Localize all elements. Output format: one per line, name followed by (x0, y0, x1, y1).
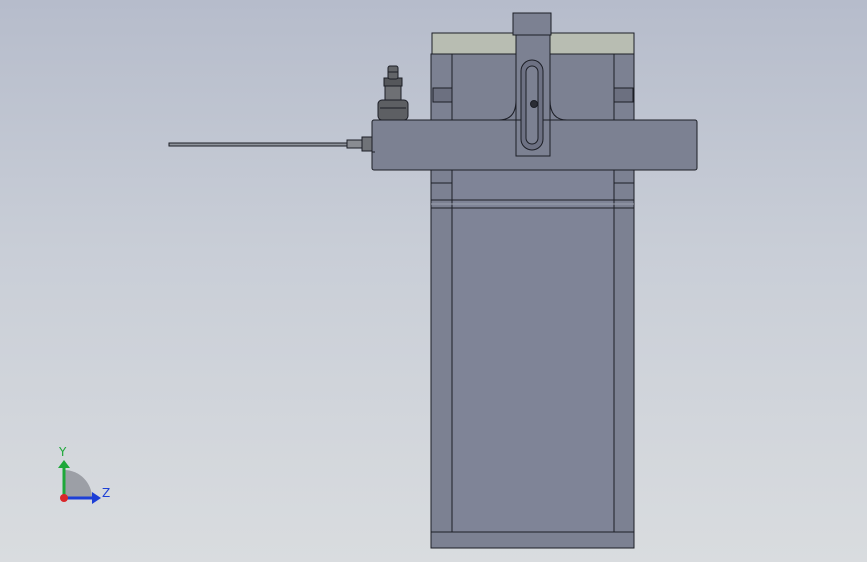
sensor-probe[interactable] (168, 136, 373, 152)
adjust-screw[interactable] (530, 100, 538, 108)
fitting-base (377, 99, 409, 121)
axis-y-label: Y (58, 445, 67, 459)
axis-y-arrow-icon (58, 460, 70, 468)
slider-top-cap[interactable] (512, 12, 552, 36)
axis-x-dot-icon (60, 494, 68, 502)
probe-collar (346, 139, 365, 149)
left-notch (432, 87, 453, 103)
orientation-triad[interactable]: Y Z (58, 445, 110, 504)
axis-z-arrow-icon (92, 492, 101, 504)
right-notch (613, 87, 634, 103)
body-center-panel (451, 169, 615, 533)
air-fitting[interactable] (377, 65, 409, 121)
axis-z-label: Z (102, 486, 110, 500)
cad-viewport[interactable]: Y Z (0, 0, 867, 562)
probe-nut (361, 136, 373, 152)
triad-quarter-disc (64, 470, 92, 498)
probe-rod (168, 142, 350, 147)
model-assembly[interactable] (371, 12, 698, 549)
